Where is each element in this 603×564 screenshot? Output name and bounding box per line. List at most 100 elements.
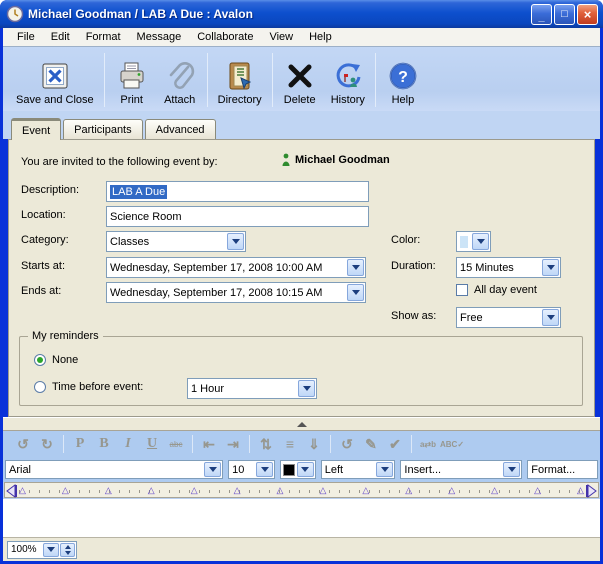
chevron-down-icon (347, 259, 364, 276)
tab-stop-icon[interactable]: △ (148, 484, 155, 496)
duration-dropdown[interactable]: 15 Minutes (456, 257, 561, 278)
tab-participants[interactable]: Participants (63, 119, 142, 139)
menu-format[interactable]: Format (78, 29, 129, 45)
pen-icon[interactable]: ✎ (359, 436, 383, 453)
description-input[interactable]: LAB A Due (106, 181, 369, 202)
plain-style-icon[interactable]: P (68, 436, 92, 452)
close-button[interactable]: × (577, 4, 598, 25)
maximize-button[interactable]: □ (554, 4, 575, 25)
menu-view[interactable]: View (261, 29, 301, 45)
toolbar-separator (375, 53, 376, 107)
format-toolbar: ↺ ↻ P B I U abc ⇤ ⇥ ⇅ ≡ ⇓ ↺ ✎ ✔ a⇄b ABC✓ (3, 431, 600, 457)
insert-dropdown[interactable]: Insert... (400, 460, 522, 479)
tab-event[interactable]: Event (11, 118, 61, 140)
font-size-dropdown[interactable]: 10 (228, 460, 275, 479)
italic-icon[interactable]: I (116, 436, 140, 452)
reminder-time-dropdown[interactable]: 1 Hour (187, 378, 317, 399)
tab-stop-icon[interactable]: △ (362, 484, 369, 496)
undo-icon[interactable]: ↺ (11, 436, 35, 453)
tab-stop-icon[interactable]: △ (62, 484, 69, 496)
accept-icon[interactable]: ✔ (383, 436, 407, 453)
paragraph-spacing-icon[interactable]: ≡ (278, 436, 302, 452)
tab-stop-icon[interactable]: △ (105, 484, 112, 496)
tab-stop-icon[interactable]: △ (577, 484, 584, 496)
chevron-down-icon (204, 462, 221, 477)
help-button[interactable]: ? Help (379, 51, 427, 109)
minimize-button[interactable]: _ (531, 4, 552, 25)
ends-at-dropdown[interactable]: Wednesday, September 17, 2008 10:15 AM (106, 282, 366, 303)
save-and-close-icon (38, 59, 72, 93)
tab-stop-icon[interactable]: △ (491, 484, 498, 496)
tab-stop-icon[interactable]: △ (234, 484, 241, 496)
left-margin-marker[interactable] (6, 484, 17, 498)
redo-icon[interactable]: ↻ (35, 436, 59, 453)
tab-stop-icon[interactable]: △ (405, 484, 412, 496)
chevron-down-icon (256, 462, 273, 477)
find-replace-icon[interactable]: a⇄b (416, 440, 440, 449)
tab-stop-icon[interactable]: △ (534, 484, 541, 496)
toolbar-separator (207, 53, 208, 107)
all-day-checkbox[interactable] (456, 284, 468, 296)
starts-at-dropdown[interactable]: Wednesday, September 17, 2008 10:00 AM (106, 257, 366, 278)
category-dropdown[interactable]: Classes (106, 231, 246, 252)
show-as-dropdown[interactable]: Free (456, 307, 561, 328)
font-family-dropdown[interactable]: Arial (5, 460, 223, 479)
outdent-icon[interactable]: ⇤ (197, 436, 221, 453)
reminder-none-radio[interactable] (34, 354, 46, 366)
user-icon (281, 153, 291, 167)
delete-x-icon (283, 59, 317, 93)
tab-stop-icon[interactable]: △ (277, 484, 284, 496)
chevron-down-icon (297, 462, 314, 477)
history-clock-icon (331, 59, 365, 93)
history-button[interactable]: History (324, 51, 372, 109)
tab-stop-icon[interactable]: △ (191, 484, 198, 496)
paperclip-icon (163, 59, 197, 93)
ruler[interactable]: △ △ △ △ △ △ △ △ △ △ △ △ △ △ (4, 482, 599, 498)
menu-file[interactable]: File (9, 29, 43, 45)
save-and-close-button[interactable]: Save and Close (9, 51, 101, 109)
inviter: Michael Goodman (281, 153, 390, 167)
alignment-dropdown[interactable]: Left (321, 460, 396, 479)
window-title: Michael Goodman / LAB A Due : Avalon (28, 7, 531, 21)
zoom-control[interactable]: 100% (7, 541, 77, 559)
tab-advanced[interactable]: Advanced (145, 119, 216, 139)
menu-message[interactable]: Message (129, 29, 190, 45)
zoom-dropdown-arrow-icon[interactable] (43, 543, 59, 557)
zoom-spinner[interactable] (60, 543, 75, 557)
indent-icon[interactable]: ⇥ (221, 436, 245, 453)
tab-stop-icon[interactable]: △ (319, 484, 326, 496)
delete-button[interactable]: Delete (276, 51, 324, 109)
splitter-bar[interactable] (3, 417, 600, 431)
tab-stop-icon[interactable]: △ (19, 484, 26, 496)
strikethrough-icon[interactable]: abc (164, 440, 188, 449)
location-input[interactable]: Science Room (106, 206, 369, 227)
spell-check-icon[interactable]: ABC✓ (440, 440, 464, 449)
chevron-down-icon (472, 233, 489, 250)
move-down-icon[interactable]: ⇓ (302, 436, 326, 453)
right-margin-marker[interactable] (586, 484, 597, 498)
tab-stop-icon[interactable]: △ (448, 484, 455, 496)
bold-icon[interactable]: B (92, 436, 116, 452)
my-reminders-title: My reminders (28, 330, 103, 342)
message-body[interactable] (3, 499, 600, 537)
chevron-down-icon (227, 233, 244, 250)
inviter-name: Michael Goodman (295, 154, 390, 166)
line-spacing-icon[interactable]: ⇅ (254, 436, 278, 453)
print-button[interactable]: Print (108, 51, 156, 109)
ruler-tabstops[interactable]: △ △ △ △ △ △ △ △ △ △ △ △ △ △ (19, 484, 584, 496)
font-color-swatch (283, 464, 295, 476)
menu-collaborate[interactable]: Collaborate (189, 29, 261, 45)
format-dropdown[interactable]: Format... (527, 460, 598, 479)
main-toolbar: Save and Close Print Attach Directory (3, 47, 600, 111)
rotate-icon[interactable]: ↺ (335, 436, 359, 453)
menu-help[interactable]: Help (301, 29, 340, 45)
underline-icon[interactable]: U (140, 436, 164, 452)
color-dropdown[interactable] (456, 231, 491, 252)
attach-button[interactable]: Attach (156, 51, 204, 109)
reminder-time-radio[interactable] (34, 381, 46, 393)
chevron-down-icon (376, 462, 393, 477)
spin-down-icon (65, 551, 71, 558)
font-color-dropdown[interactable] (280, 460, 315, 479)
directory-button[interactable]: Directory (211, 51, 269, 109)
menu-edit[interactable]: Edit (43, 29, 78, 45)
